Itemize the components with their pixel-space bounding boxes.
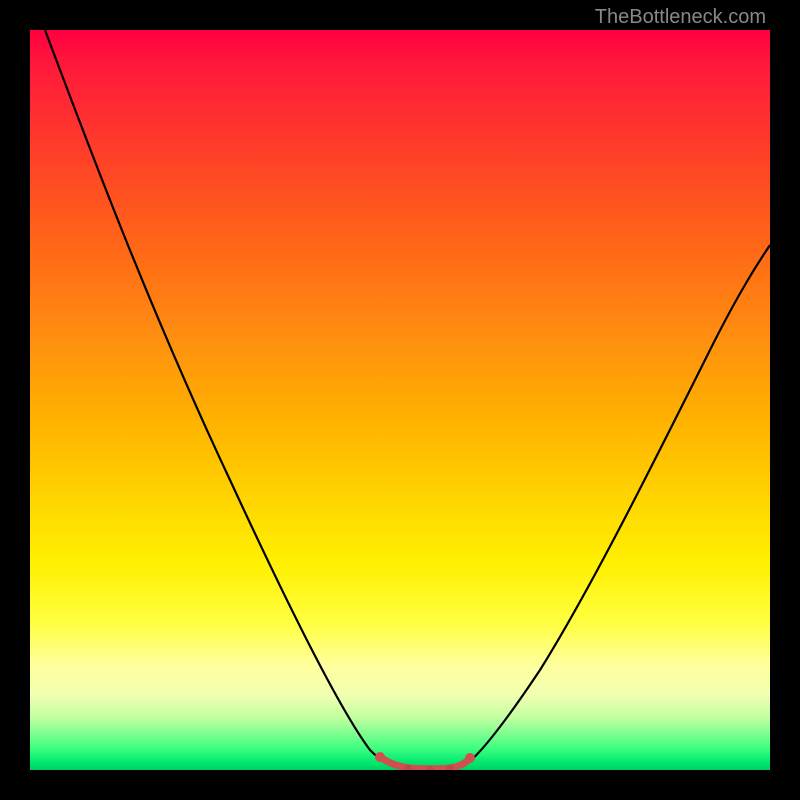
bottom-dot-mid3 — [447, 765, 454, 771]
watermark-text: TheBottleneck.com — [595, 6, 766, 29]
plot-area — [30, 30, 770, 770]
left-curve — [45, 30, 395, 767]
bottom-segment — [380, 757, 470, 769]
chart-container: TheBottleneck.com — [0, 0, 800, 800]
bottom-dot-mid2 — [427, 766, 434, 771]
bottom-dot-left — [375, 752, 385, 762]
chart-curves — [30, 30, 770, 770]
right-curve — [462, 245, 770, 767]
bottom-dot-right — [465, 753, 475, 763]
bottom-dot-mid1 — [405, 765, 412, 771]
